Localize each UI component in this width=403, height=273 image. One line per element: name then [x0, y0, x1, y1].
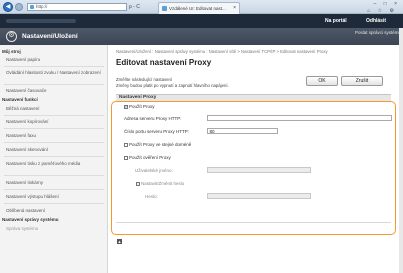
address-tools[interactable]: ρ - C [129, 3, 157, 11]
sidebar-item-paper[interactable]: Nastavení papíru [0, 57, 107, 63]
use-auth-label: Použít ověření Proxy [129, 155, 171, 160]
page-title: Editovat nastavení Proxy [116, 58, 212, 67]
use-proxy-label: Použít Proxy [129, 104, 155, 109]
sidebar-item-printer[interactable]: Nastavení tiskárny [0, 180, 107, 186]
sidebar-divider [4, 189, 104, 190]
site-icon [30, 5, 34, 9]
tab-close-icon[interactable]: × [233, 3, 236, 14]
use-auth-row: Použít ověření Proxy [124, 155, 171, 160]
sidebar-divider [4, 115, 104, 116]
sidebar-item-scan[interactable]: Nastavení skenování [0, 147, 107, 153]
sidebar-divider [4, 156, 104, 157]
sidebar-divider [4, 175, 104, 176]
sidebar-item-volume-display[interactable]: Ovládání hlasitosti zvuku / Nastavení zo… [0, 70, 107, 76]
sidebar-divider [4, 128, 104, 129]
sidebar-item-timer[interactable]: Nastavení časovače [0, 88, 107, 94]
sidebar-divider [4, 203, 104, 204]
cancel-button[interactable]: Zrušit [341, 76, 383, 86]
product-name [6, 19, 76, 23]
address-bar[interactable]: http:// [27, 3, 127, 11]
username-label: Uživatelské jméno: [135, 168, 173, 173]
sidebar-item-memory-print[interactable]: Nastavení tisku z paměťového média [0, 161, 107, 167]
gear-icon: ⚙ [6, 31, 17, 42]
sidebar-item-report-output[interactable]: Nastavení výstupu hlášení [0, 194, 107, 200]
username-input[interactable] [207, 167, 311, 173]
browser-chrome: ◀ http:// ρ - C Vzdálené UI: Editovat na… [0, 0, 403, 14]
sidebar-item-common[interactable]: Běžná nastavení [0, 106, 107, 112]
sidebar-item-favorites[interactable]: Oblíbená nastavení [0, 208, 107, 214]
sidebar-divider [4, 142, 104, 143]
proxy-port-input[interactable]: 80 [207, 128, 278, 134]
proxy-address-label: Adresa serveru Proxy HTTP: [124, 116, 182, 121]
page-scrollbar[interactable] [399, 28, 403, 273]
mail-admin-link[interactable]: Poslat správci systému [355, 30, 401, 35]
ok-button[interactable]: OK [306, 76, 338, 86]
portal-link[interactable]: Na portál [325, 18, 347, 24]
tab-favicon-icon [162, 6, 167, 11]
proxy-port-label: Číslo portu serveru Proxy HTTP: [124, 129, 190, 134]
content-divider [116, 222, 391, 223]
to-top-icon[interactable]: ▲ [117, 239, 122, 244]
set-password-row: Nastavit/Změnit heslo [136, 181, 184, 186]
same-domain-label: Použít Proxy ve stejné doméně [129, 142, 192, 147]
sidebar-head-system: Nastavení správy systému [2, 217, 59, 222]
instruction-text: Změňte následující nastavení [116, 77, 173, 82]
tab-label: Vzdálené UI: Editovat nast... [169, 6, 226, 11]
use-proxy-row: Použít Proxy [124, 104, 155, 110]
use-proxy-checkbox[interactable] [124, 104, 128, 110]
window-controls[interactable]: – □ × [374, 1, 401, 7]
sidebar-item-copy[interactable]: Nastavení kopírování [0, 119, 107, 125]
sidebar-item-fax[interactable]: Nastavení faxu [0, 133, 107, 139]
set-password-label: Nastavit/Změnit heslo [141, 181, 185, 186]
breadcrumb: Nastavení/Uložení : Nastavení správy sys… [116, 49, 328, 54]
sidebar-head-my-device: Můj stroj [2, 49, 21, 54]
sidebar-divider [4, 84, 104, 85]
back-button[interactable]: ◀ [3, 2, 13, 12]
address-text: http:// [36, 4, 48, 9]
sidebar-head-functions: Nastavení funkcí [2, 97, 38, 102]
logout-link[interactable]: Odhlásit [366, 18, 386, 24]
sidebar: Můj stroj Nastavení papíru Ovládání hlas… [0, 45, 108, 273]
title-bar: ⚙ Nastavení/Uložení Poslat správci systé… [0, 28, 403, 45]
same-domain-row: Použít Proxy ve stejné doméně [124, 142, 191, 147]
top-bar: Na portál Odhlásit [0, 14, 403, 28]
password-input[interactable] [207, 193, 311, 199]
same-domain-checkbox[interactable] [124, 142, 128, 147]
section-header: Nastavení Proxy [116, 94, 391, 101]
forward-button[interactable] [15, 3, 23, 11]
sidebar-item-system-mgmt[interactable]: Správa systému [0, 226, 107, 232]
password-label: Heslo: [145, 194, 158, 199]
restart-note: Změny budou platit po vypnutí a zapnutí … [116, 83, 229, 88]
sidebar-divider [4, 66, 104, 67]
use-auth-checkbox[interactable] [124, 155, 128, 160]
proxy-address-input[interactable] [207, 115, 392, 121]
browser-tab[interactable]: Vzdálené UI: Editovat nast... × [158, 2, 240, 14]
app-title: Nastavení/Uložení [22, 33, 78, 40]
set-password-checkbox[interactable] [136, 181, 140, 186]
